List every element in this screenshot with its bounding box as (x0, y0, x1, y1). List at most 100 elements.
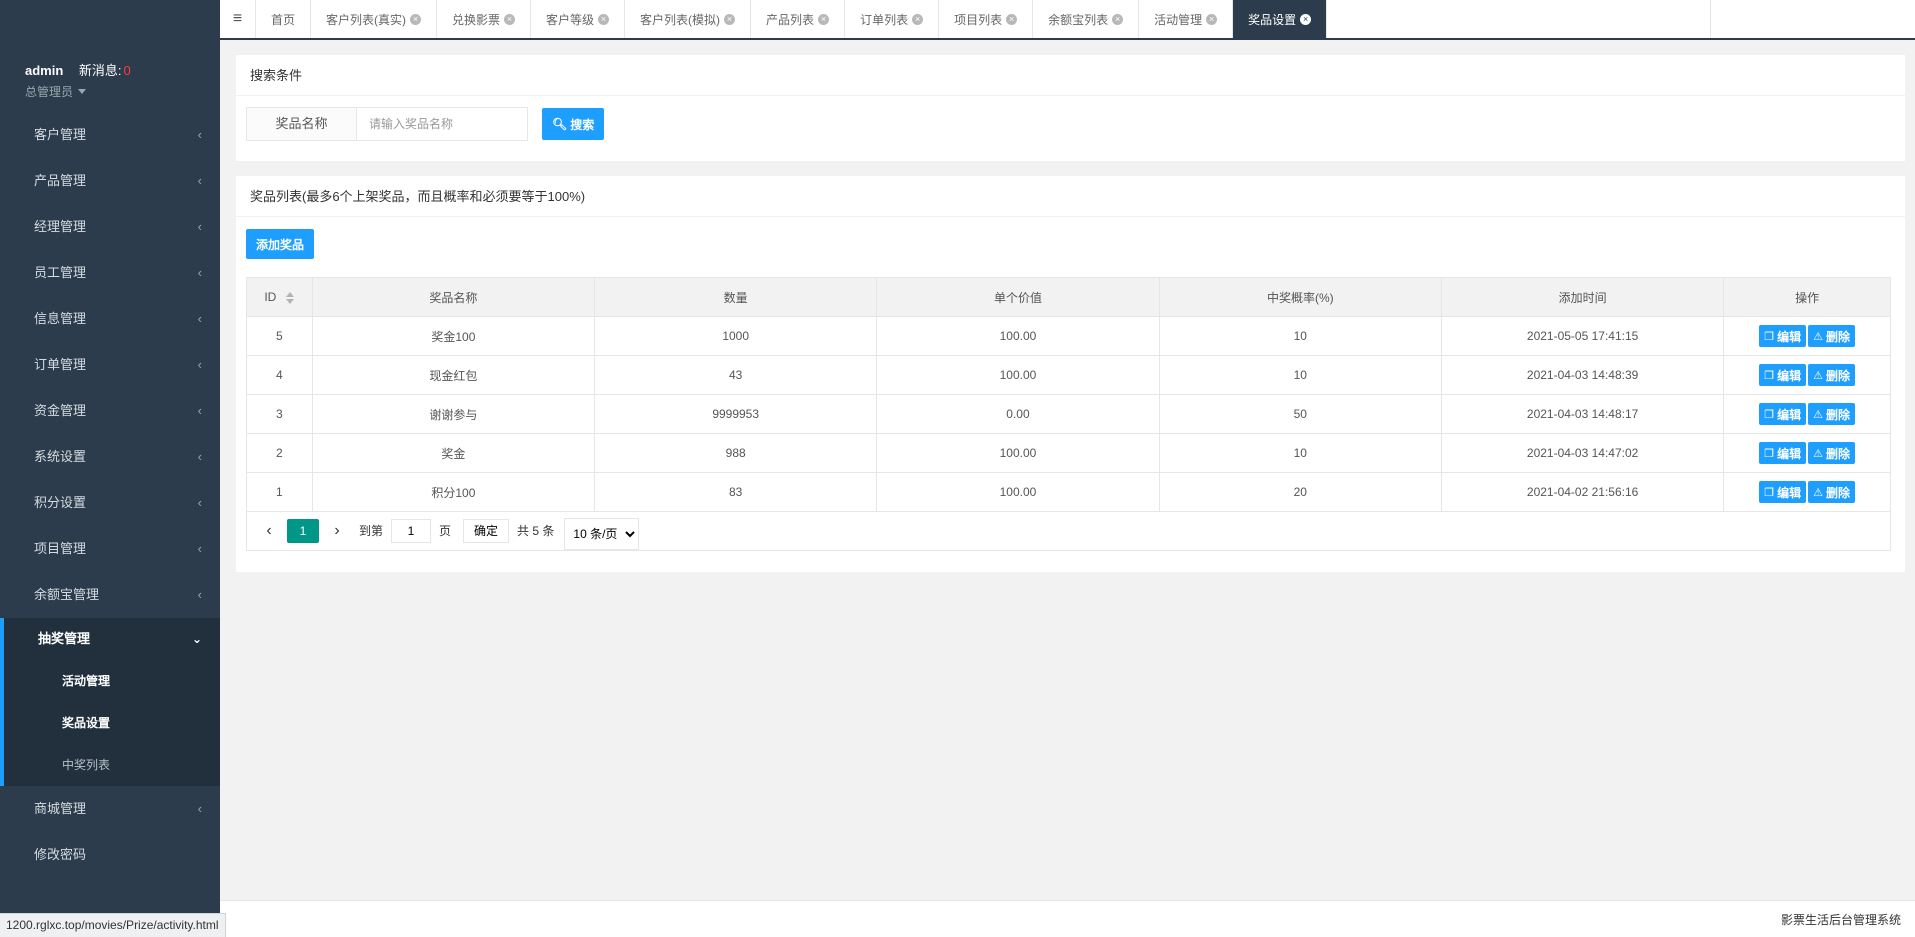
warning-icon: ⚠︎ (1813, 447, 1823, 460)
page-number-current[interactable]: 1 (287, 518, 319, 543)
sidebar-item-staff[interactable]: 员工管理 ‹ (0, 250, 220, 296)
cell-time: 2021-05-05 17:41:15 (1440, 316, 1725, 356)
sidebar-item-orders[interactable]: 订单管理 ‹ (0, 342, 220, 388)
sidebar-subitem-activity[interactable]: 活动管理 (4, 660, 220, 702)
chevron-left-icon: ‹ (197, 403, 202, 418)
cell-quantity: 988 (594, 433, 878, 473)
tab-exchange-tickets[interactable]: 兑换影票 × (437, 0, 532, 38)
username[interactable]: admin (25, 63, 63, 78)
total-count: 共 5 条 (517, 524, 555, 538)
chevron-left-icon: ‹ (197, 541, 202, 556)
delete-button[interactable]: ⚠︎ 删除 (1808, 403, 1856, 425)
chevron-left-icon: ‹ (197, 587, 202, 602)
edit-button[interactable]: ❐ 编辑 (1759, 325, 1807, 347)
close-icon[interactable]: × (410, 13, 422, 25)
edit-button[interactable]: ❐ 编辑 (1759, 364, 1807, 386)
cell-actions: ❐ 编辑 ⚠︎ 删除 (1723, 472, 1891, 512)
close-icon[interactable]: × (818, 13, 830, 25)
search-row: 奖品名称 🔍︎搜索 (246, 107, 605, 141)
cell-time: 2021-04-03 14:47:02 (1440, 433, 1725, 473)
goto-label: 到第 (359, 524, 384, 538)
sidebar-subitem-prize-settings[interactable]: 奖品设置 (4, 702, 220, 744)
delete-button[interactable]: ⚠︎ 删除 (1808, 481, 1856, 503)
user-box: admin 新消息: 0 总管理员 (0, 0, 220, 112)
caret-down-icon (78, 89, 87, 94)
tab-prize-settings[interactable]: 奖品设置 × (1233, 0, 1328, 38)
tab-project-list[interactable]: 项目列表 × (939, 0, 1034, 38)
goto-page-input[interactable] (391, 518, 432, 543)
chevron-left-icon: ‹ (197, 127, 202, 142)
browser-status-url: 1200.rglxc.top/movies/Prize/activity.htm… (0, 913, 226, 937)
delete-button[interactable]: ⚠︎ 删除 (1808, 325, 1856, 347)
edit-button[interactable]: ❐ 编辑 (1759, 403, 1807, 425)
table-row: 3 谢谢参与 9999953 0.00 50 2021-04-03 14:48:… (246, 394, 1891, 434)
search-button[interactable]: 🔍︎ 搜索 (542, 108, 605, 140)
sidebar-item-yuebao[interactable]: 余额宝管理 ‹ (0, 572, 220, 618)
column-header-rate: 中奖概率(%) (1158, 277, 1442, 317)
sidebar-item-mall[interactable]: 商城管理 ‹ (0, 786, 220, 832)
close-icon[interactable]: × (504, 13, 516, 25)
cell-actions: ❐ 编辑 ⚠︎ 删除 (1723, 316, 1891, 356)
close-icon[interactable]: × (1006, 13, 1018, 25)
sidebar-item-products[interactable]: 产品管理 ‹ (0, 158, 220, 204)
tab-customer-levels[interactable]: 客户等级 × (531, 0, 626, 38)
menu-toggle-icon[interactable]: ≡ (220, 0, 256, 38)
edit-button[interactable]: ❐ 编辑 (1759, 442, 1807, 464)
cell-quantity: 1000 (594, 316, 878, 356)
tab-yuebao-list[interactable]: 余额宝列表 × (1033, 0, 1140, 38)
sidebar-item-projects[interactable]: 项目管理 ‹ (0, 526, 220, 572)
sidebar-item-customers[interactable]: 客户管理 ‹ (0, 112, 220, 158)
column-header-id[interactable]: ID (246, 277, 313, 317)
warning-icon: ⚠︎ (1813, 330, 1823, 343)
close-icon[interactable]: × (724, 13, 736, 25)
sidebar-item-system[interactable]: 系统设置 ‹ (0, 434, 220, 480)
table-row: 5 奖金100 1000 100.00 10 2021-05-05 17:41:… (246, 316, 1891, 356)
footer: 影票生活后台管理系统 (220, 900, 1915, 937)
prize-list-panel: 奖品列表(最多6个上架奖品，而且概率和必须要等于100%) 添加奖品 ID 奖品… (236, 176, 1905, 572)
cell-rate: 20 (1158, 472, 1442, 512)
sidebar-item-change-password[interactable]: 修改密码 (0, 832, 220, 878)
cell-value: 100.00 (876, 433, 1160, 473)
goto-confirm-button[interactable]: 确定 (463, 518, 510, 543)
tab-activity[interactable]: 活动管理 × (1139, 0, 1234, 38)
chevron-left-icon: ‹ (197, 265, 202, 280)
tab-customers-real[interactable]: 客户列表(真实) × (311, 0, 438, 38)
close-icon[interactable]: × (1112, 13, 1124, 25)
cell-name: 现金红包 (311, 355, 596, 395)
sidebar-menu: 客户管理 ‹ 产品管理 ‹ 经理管理 ‹ 员工管理 ‹ 信息管理 ‹ 订单管理 ‹ 资金管理… (0, 112, 220, 878)
close-icon[interactable]: × (598, 13, 610, 25)
per-page-select[interactable]: 10 条/页 (564, 517, 640, 550)
prize-list-title: 奖品列表(最多6个上架奖品，而且概率和必须要等于100%) (236, 176, 1905, 217)
new-message-count[interactable]: 0 (124, 63, 131, 78)
search-icon: 🔍︎ (552, 117, 568, 131)
sidebar-item-lottery[interactable]: 抽奖管理 ⌄ (4, 618, 220, 660)
close-icon[interactable]: × (1206, 13, 1218, 25)
next-page-icon[interactable]: › (323, 522, 351, 540)
cell-quantity: 83 (594, 472, 878, 512)
tab-home[interactable]: 首页 (256, 0, 312, 38)
cell-value: 0.00 (876, 394, 1160, 434)
copy-icon: ❐ (1764, 369, 1775, 382)
delete-button[interactable]: ⚠︎ 删除 (1808, 364, 1856, 386)
copy-icon: ❐ (1764, 447, 1775, 460)
sidebar-item-managers[interactable]: 经理管理 ‹ (0, 204, 220, 250)
new-message-label[interactable]: 新消息: (79, 63, 122, 78)
role-dropdown[interactable]: 总管理员 (25, 83, 220, 100)
edit-button[interactable]: ❐ 编辑 (1759, 481, 1807, 503)
prev-page-icon[interactable]: ‹ (255, 522, 283, 540)
copy-icon: ❐ (1764, 486, 1775, 499)
sidebar-item-funds[interactable]: 资金管理 ‹ (0, 388, 220, 434)
add-prize-button[interactable]: 添加奖品 (246, 229, 315, 259)
tab-order-list[interactable]: 订单列表 × (845, 0, 940, 38)
sidebar-item-messages[interactable]: 信息管理 ‹ (0, 296, 220, 342)
tab-customers-sim[interactable]: 客户列表(模拟) × (625, 0, 752, 38)
footer-text: 影票生活后台管理系统 (1780, 913, 1901, 927)
sort-icon[interactable] (286, 291, 295, 304)
tab-product-list[interactable]: 产品列表 × (751, 0, 846, 38)
close-icon[interactable]: × (912, 13, 924, 25)
delete-button[interactable]: ⚠︎ 删除 (1808, 442, 1856, 464)
sidebar-item-points[interactable]: 积分设置 ‹ (0, 480, 220, 526)
sidebar-subitem-winners[interactable]: 中奖列表 (4, 744, 220, 786)
prize-name-input[interactable] (356, 107, 528, 141)
close-icon[interactable]: × (1300, 13, 1312, 25)
